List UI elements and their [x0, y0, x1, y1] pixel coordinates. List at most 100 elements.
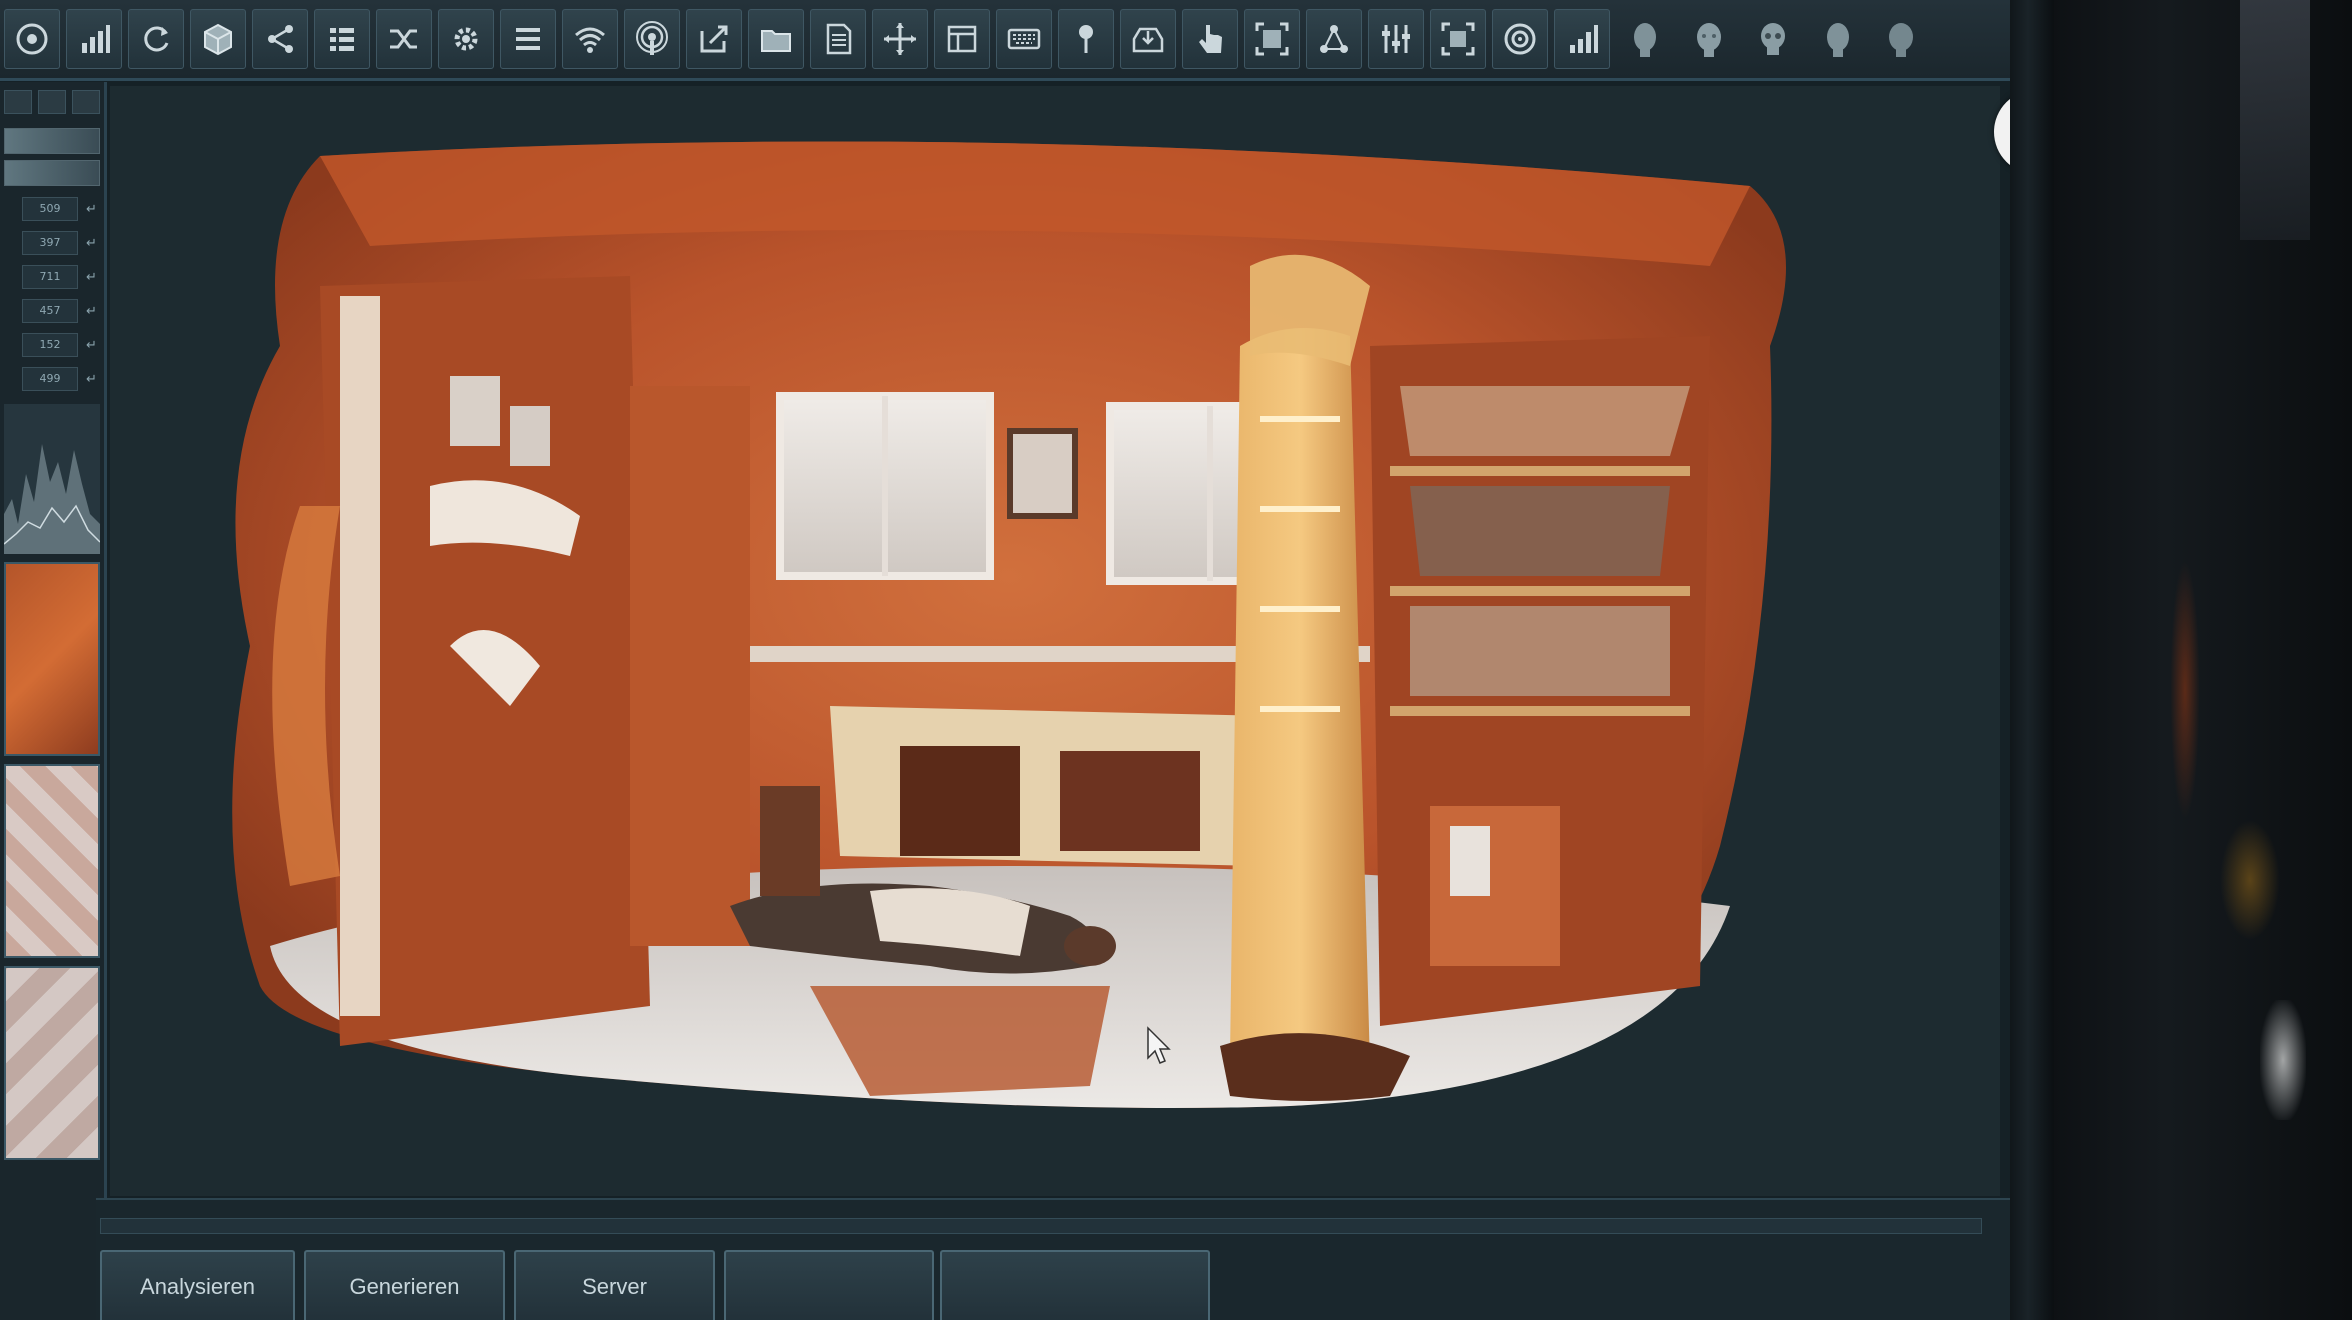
skull-icon — [1761, 23, 1785, 55]
value-row: 711 ↵ — [4, 260, 100, 294]
tab-server[interactable]: Server — [514, 1250, 715, 1320]
toolbar-button-expand[interactable] — [1430, 9, 1486, 69]
background-room — [2040, 0, 2352, 1320]
head-front-icon — [1697, 23, 1721, 57]
enter-arrow-icon[interactable]: ↵ — [86, 270, 97, 285]
toolbar-button-share[interactable] — [252, 9, 308, 69]
value-field[interactable]: 509 — [22, 197, 78, 221]
folder-icon — [761, 30, 791, 52]
value-field[interactable]: 152 — [22, 333, 78, 357]
panel-button-2[interactable] — [38, 90, 66, 114]
enter-arrow-icon[interactable]: ↵ — [86, 338, 97, 353]
panel-slider-2[interactable] — [4, 160, 100, 186]
menu-icon — [516, 28, 540, 50]
view-button-head-side[interactable] — [1808, 9, 1866, 69]
share-icon — [268, 25, 293, 53]
3d-viewport[interactable] — [110, 86, 2000, 1196]
value-field[interactable]: 711 — [22, 265, 78, 289]
head-side-icon — [1827, 23, 1849, 57]
toolbar-button-target[interactable] — [1492, 9, 1548, 69]
gear-icon — [454, 27, 478, 51]
inbox-download-icon — [1132, 27, 1164, 53]
panel-slider-1[interactable] — [4, 128, 100, 154]
toolbar-button-hand-pointer[interactable] — [1182, 9, 1238, 69]
toolbar-button-disc[interactable] — [4, 9, 60, 69]
left-panel-header — [0, 82, 104, 122]
value-list: 509 ↵ 397 ↵ 711 ↵ 457 ↵ 152 ↵ 499 ↵ — [0, 192, 104, 396]
toolbar-button-menu[interactable] — [500, 9, 556, 69]
hand-pointer-icon — [1199, 25, 1222, 53]
mouse-cursor-icon — [1147, 1026, 1171, 1064]
expand-icon — [1441, 22, 1475, 56]
value-field[interactable]: 499 — [22, 367, 78, 391]
toolbar-button-cube[interactable] — [190, 9, 246, 69]
value-field[interactable]: 397 — [22, 231, 78, 255]
list-icon — [330, 28, 354, 51]
thumbnail-2[interactable] — [4, 764, 100, 958]
room-light-white — [2260, 1000, 2306, 1120]
left-panel: 509 ↵ 397 ↵ 711 ↵ 457 ↵ 152 ↵ 499 ↵ — [0, 82, 107, 1320]
view-button-head-back[interactable] — [1872, 9, 1930, 69]
tab-generieren[interactable]: Generieren — [304, 1250, 505, 1320]
view-button-head-front[interactable] — [1680, 9, 1738, 69]
room-light-top — [2240, 0, 2310, 240]
timeline-strip[interactable] — [100, 1218, 1982, 1234]
move-icon — [884, 23, 916, 55]
equalizer-icon — [1382, 25, 1410, 53]
main-toolbar — [0, 0, 2010, 81]
toolbar-button-network[interactable] — [1306, 9, 1362, 69]
toolbar-button-broadcast[interactable] — [624, 9, 680, 69]
toolbar-button-refresh[interactable] — [128, 9, 184, 69]
bottom-tab-bar: Analysieren Generieren Server — [96, 1198, 2010, 1320]
toolbar-button-bar-chart[interactable] — [66, 9, 122, 69]
view-button-skull[interactable] — [1744, 9, 1802, 69]
toolbar-button-shuffle[interactable] — [376, 9, 432, 69]
head-back-icon — [1889, 23, 1913, 57]
tab-analysieren[interactable]: Analysieren — [100, 1250, 295, 1320]
toolbar-button-fit-screen[interactable] — [1244, 9, 1300, 69]
enter-arrow-icon[interactable]: ↵ — [86, 202, 97, 217]
broadcast-icon — [636, 21, 668, 55]
pin-icon — [1079, 25, 1093, 53]
value-row: 397 ↵ — [4, 226, 100, 260]
value-field[interactable]: 457 — [22, 299, 78, 323]
application-screen: 509 ↵ 397 ↵ 711 ↵ 457 ↵ 152 ↵ 499 ↵ Anal… — [0, 0, 2010, 1320]
value-row: 499 ↵ — [4, 362, 100, 396]
value-row: 457 ↵ — [4, 294, 100, 328]
thumbnail-1[interactable] — [4, 562, 100, 756]
value-row: 152 ↵ — [4, 328, 100, 362]
toolbar-button-inbox-download[interactable] — [1120, 9, 1176, 69]
toolbar-button-folder[interactable] — [748, 9, 804, 69]
room-scan-render — [232, 141, 1787, 1109]
cube-icon — [204, 23, 232, 56]
toolbar-button-signal[interactable] — [1554, 9, 1610, 69]
disc-icon — [16, 23, 48, 55]
export-icon — [700, 25, 728, 53]
enter-arrow-icon[interactable]: ↵ — [86, 304, 97, 319]
panel-button-1[interactable] — [4, 90, 32, 114]
toolbar-button-gear[interactable] — [438, 9, 494, 69]
tab-blank-3[interactable] — [724, 1250, 934, 1320]
toolbar-button-equalizer[interactable] — [1368, 9, 1424, 69]
head-profile-icon — [1634, 23, 1656, 57]
toolbar-button-pin[interactable] — [1058, 9, 1114, 69]
panel-button-3[interactable] — [72, 90, 100, 114]
enter-arrow-icon[interactable]: ↵ — [86, 236, 97, 251]
toolbar-button-keyboard[interactable] — [996, 9, 1052, 69]
tab-blank-4[interactable] — [940, 1250, 1210, 1320]
thumbnail-3[interactable] — [4, 966, 100, 1160]
toolbar-button-list[interactable] — [314, 9, 370, 69]
refresh-icon — [144, 26, 169, 52]
enter-arrow-icon[interactable]: ↵ — [86, 372, 97, 387]
layout-icon — [947, 25, 977, 53]
toolbar-button-document[interactable] — [810, 9, 866, 69]
toolbar-button-wifi[interactable] — [562, 9, 618, 69]
signal-icon — [1570, 25, 1598, 53]
toolbar-button-export[interactable] — [686, 9, 742, 69]
toolbar-button-layout[interactable] — [934, 9, 990, 69]
document-icon — [826, 23, 852, 55]
toolbar-button-move[interactable] — [872, 9, 928, 69]
value-row: 509 ↵ — [4, 192, 100, 226]
wifi-icon — [575, 27, 605, 53]
view-button-head-profile[interactable] — [1616, 9, 1674, 69]
